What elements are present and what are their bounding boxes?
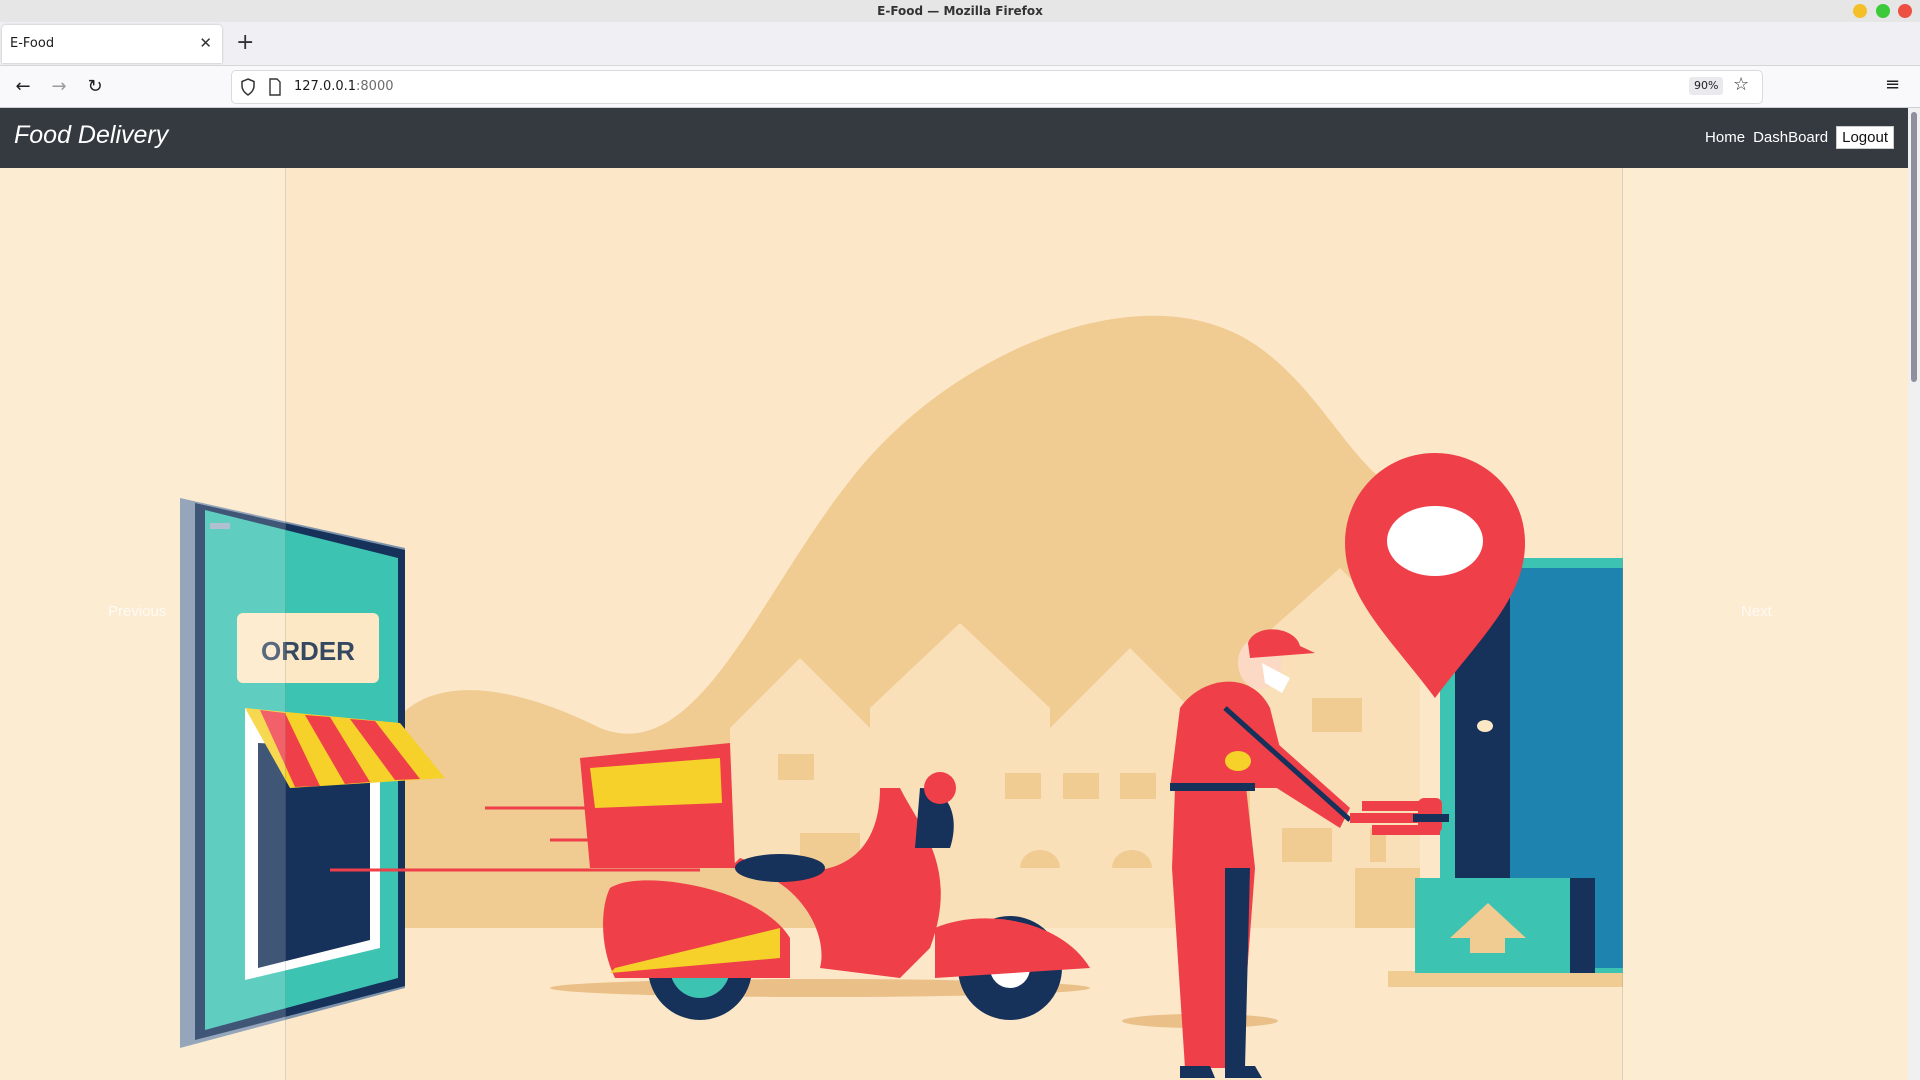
close-window-button[interactable] [1898,4,1912,18]
scrollbar-thumb[interactable] [1911,112,1917,382]
tab-title: E-Food [10,36,55,51]
url-port: :8000 [356,79,394,94]
carousel-next-control[interactable]: Next [1622,168,1908,1080]
page-icon[interactable] [268,78,282,96]
page-content: Food Delivery Home DashBoard Logout ORDE… [0,108,1908,1080]
site-nav-links: Home DashBoard Logout [1697,126,1894,149]
new-tab-button[interactable]: + [236,32,254,54]
window-title: E-Food — Mozilla Firefox [877,4,1043,18]
zoom-indicator[interactable]: 90% [1689,77,1724,95]
site-navbar: Food Delivery Home DashBoard Logout [0,108,1908,168]
tab-efood[interactable]: E-Food ✕ [2,25,222,63]
close-tab-icon[interactable]: ✕ [199,34,212,52]
minimize-button[interactable] [1853,4,1867,18]
site-brand[interactable]: Food Delivery [14,121,168,150]
nav-dashboard-link[interactable]: DashBoard [1753,129,1828,146]
carousel-next-label: Next [1741,603,1772,620]
forward-arrow-icon[interactable]: → [46,74,72,100]
bookmark-star-icon[interactable]: ☆ [1733,74,1749,95]
carousel-prev-control[interactable]: Previous [0,168,286,1080]
url-host: 127.0.0.1 [294,79,357,94]
shield-icon[interactable] [240,78,256,96]
carousel-prev-label: Previous [108,603,167,620]
url-bar[interactable]: 127.0.0.1:8000 [232,71,1762,103]
hamburger-menu-icon[interactable]: ≡ [1885,74,1900,95]
hero-carousel: ORDER Previous Next [0,168,1908,1080]
maximize-button[interactable] [1876,4,1890,18]
page-scrollbar[interactable] [1908,108,1920,1080]
url-text[interactable]: 127.0.0.1:8000 [294,79,394,94]
reload-icon[interactable]: ↻ [82,74,108,100]
tab-strip: E-Food ✕ + [0,22,1920,66]
back-arrow-icon[interactable]: ← [10,74,36,100]
window-titlebar: E-Food — Mozilla Firefox [0,0,1920,22]
logout-button[interactable]: Logout [1836,126,1894,149]
nav-home-link[interactable]: Home [1705,129,1745,146]
browser-toolbar: ← → ↻ 127.0.0.1:8000 90% ☆ ≡ [0,66,1920,108]
